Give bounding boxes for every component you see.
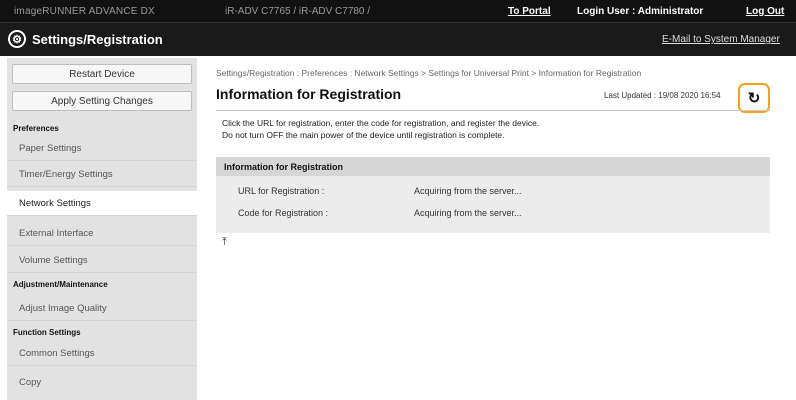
login-user: Login User : Administrator (577, 5, 704, 17)
to-top-icon[interactable]: ⤒ (222, 236, 227, 249)
logout-link[interactable]: Log Out (746, 6, 784, 17)
page-header-title: Settings/Registration (32, 32, 163, 47)
sidebar-item-timer-energy[interactable]: Timer/Energy Settings (7, 162, 197, 187)
refresh-icon: ↻ (747, 90, 761, 107)
sidebar-item-common-settings[interactable]: Common Settings (7, 341, 197, 366)
breadcrumb: Settings/Registration : Preferences : Ne… (216, 68, 642, 78)
panel-heading: Information for Registration (216, 157, 770, 176)
registration-info-panel: Information for Registration URL for Reg… (216, 157, 770, 233)
code-registration-label: Code for Registration : (238, 208, 329, 218)
sidebar-item-network-settings[interactable]: Network Settings (7, 191, 197, 216)
sidebar-item-adjust-image-quality[interactable]: Adjust Image Quality (7, 296, 197, 321)
sidebar-item-external-interface[interactable]: External Interface (7, 221, 197, 246)
main-content: Settings/Registration : Preferences : Ne… (216, 58, 782, 398)
gear-icon: ⚙ (8, 30, 26, 48)
sidebar: Restart Device Apply Setting Changes Pre… (7, 58, 197, 400)
title-divider (216, 110, 770, 111)
restart-device-button[interactable]: Restart Device (12, 64, 192, 84)
device-model: iR-ADV C7765 / iR-ADV C7780 / (225, 5, 371, 17)
apply-changes-button[interactable]: Apply Setting Changes (12, 91, 192, 111)
title-bar: ⚙ Settings/Registration E-Mail to System… (0, 22, 796, 56)
email-system-manager-link[interactable]: E-Mail to System Manager (662, 34, 780, 45)
device-name: imageRUNNER ADVANCE DX (14, 5, 155, 17)
instruction-text: Click the URL for registration, enter th… (222, 118, 540, 128)
top-bar: imageRUNNER ADVANCE DX iR-ADV C7765 / iR… (0, 0, 796, 22)
to-portal-link[interactable]: To Portal (508, 6, 551, 17)
sidebar-item-copy[interactable]: Copy (7, 370, 197, 395)
code-registration-value: Acquiring from the server... (414, 208, 522, 218)
url-registration-label: URL for Registration : (238, 186, 325, 196)
last-updated: Last Updated : 19/08 2020 16:54 (604, 91, 721, 100)
sidebar-item-volume-settings[interactable]: Volume Settings (7, 248, 197, 273)
page-title: Information for Registration (216, 86, 402, 102)
refresh-button[interactable]: ↻ (738, 83, 770, 113)
sidebar-item-paper-settings[interactable]: Paper Settings (7, 136, 197, 161)
sidebar-heading-function-settings: Function Settings (13, 328, 81, 337)
sidebar-heading-adjustment: Adjustment/Maintenance (13, 280, 108, 289)
sidebar-heading-preferences: Preferences (13, 124, 59, 133)
url-registration-value: Acquiring from the server... (414, 186, 522, 196)
warning-text: Do not turn OFF the main power of the de… (222, 130, 505, 140)
